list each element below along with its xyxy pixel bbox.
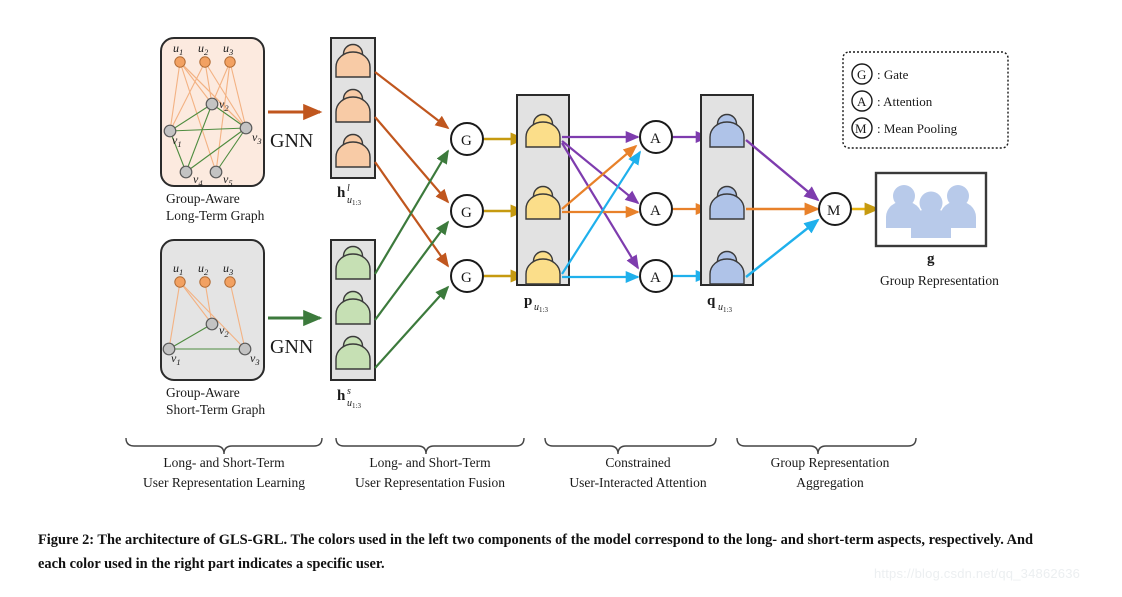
short-graph-caption-line1: Group-Aware (166, 385, 240, 400)
stage-labels: Long- and Short-Term User Representation… (143, 455, 890, 490)
long-term-graph-box: u1 u2 u3 v1 v2 v3 v4 v5 Group-Aware Long… (160, 37, 265, 223)
h-short-label-sub: u1:3 (347, 398, 361, 410)
h-long-label-sub: u1:3 (347, 195, 361, 207)
stage-1-line2: User Representation Learning (143, 475, 305, 490)
attention-2-glyph: A (650, 203, 661, 219)
attention-nodes: A A A (639, 120, 673, 293)
gate-2-glyph: G (461, 205, 472, 221)
legend-mean-label: : Mean Pooling (877, 121, 958, 136)
legend-gate-label: : Gate (877, 67, 909, 82)
stage-2-line1: Long- and Short-Term (369, 455, 491, 470)
h-long-label-sup: l (347, 183, 350, 194)
short-term-graph-box: u1 u2 u3 v1 v2 v3 Group-Aware Short-Term… (160, 239, 265, 417)
h-long-panel: h l u1:3 (330, 37, 376, 207)
legend-box: G : Gate A : Attention M : Mean Pooling (842, 51, 1009, 149)
group-representation-box: g Group Representation (874, 171, 999, 288)
legend-attention-glyph: A (857, 94, 867, 109)
p-panel: p u1:3 (516, 94, 570, 314)
p-label-base: p (524, 293, 532, 309)
stage-braces (125, 437, 917, 455)
stage-3-line1: Constrained (605, 455, 670, 470)
figure-caption-line1: Figure 2: The architecture of GLS-GRL. T… (38, 532, 804, 548)
attention-1-glyph: A (650, 131, 661, 147)
mean-pooling-node: M (818, 192, 852, 226)
gate-1-glyph: G (461, 133, 472, 149)
stage-2-line2: User Representation Fusion (355, 475, 505, 490)
q-label-base: q (707, 293, 716, 309)
h-short-label-sup: s (347, 386, 351, 397)
attention-3-glyph: A (650, 270, 661, 286)
h-short-label-base: h (337, 388, 346, 404)
mean-glyph: M (827, 203, 840, 219)
gate-nodes: G G G (450, 122, 484, 293)
group-representation-label: Group Representation (880, 273, 999, 288)
gnn-short-label: GNN (270, 336, 313, 358)
short-to-gate-arrows (374, 149, 450, 369)
gnn-long-label: GNN (270, 130, 313, 152)
h-short-panel: h s u1:3 (330, 239, 376, 410)
long-graph-caption-line2: Long-Term Graph (166, 208, 265, 223)
watermark: https://blog.csdn.net/qq_34862636 (874, 566, 1081, 581)
h-long-label-base: h (337, 185, 346, 201)
stage-4-line2: Aggregation (796, 475, 864, 490)
p-label-sub: u1:3 (534, 302, 548, 314)
g-label: g (927, 251, 935, 267)
stage-1-line1: Long- and Short-Term (163, 455, 285, 470)
stage-3-line2: User-Interacted Attention (569, 475, 707, 490)
architecture-svg: u1 u2 u3 v1 v2 v3 v4 v5 Group-Aware Long… (125, 37, 1009, 490)
q-panel: q u1:3 (700, 94, 754, 314)
short-graph-caption-line2: Short-Term Graph (166, 402, 265, 417)
p-to-attention-arrows (561, 131, 641, 283)
stage-4-line1: Group Representation (771, 455, 890, 470)
gate-3-glyph: G (461, 270, 472, 286)
long-graph-caption-line1: Group-Aware (166, 191, 240, 206)
q-to-mean-arrows (745, 139, 820, 278)
q-label-sub: u1:3 (718, 302, 732, 314)
legend-mean-glyph: M (855, 121, 867, 136)
figure-2-architecture-diagram: u1 u2 u3 v1 v2 v3 v4 v5 Group-Aware Long… (0, 0, 1122, 597)
legend-gate-glyph: G (857, 67, 866, 82)
legend-attention-label: : Attention (877, 94, 933, 109)
